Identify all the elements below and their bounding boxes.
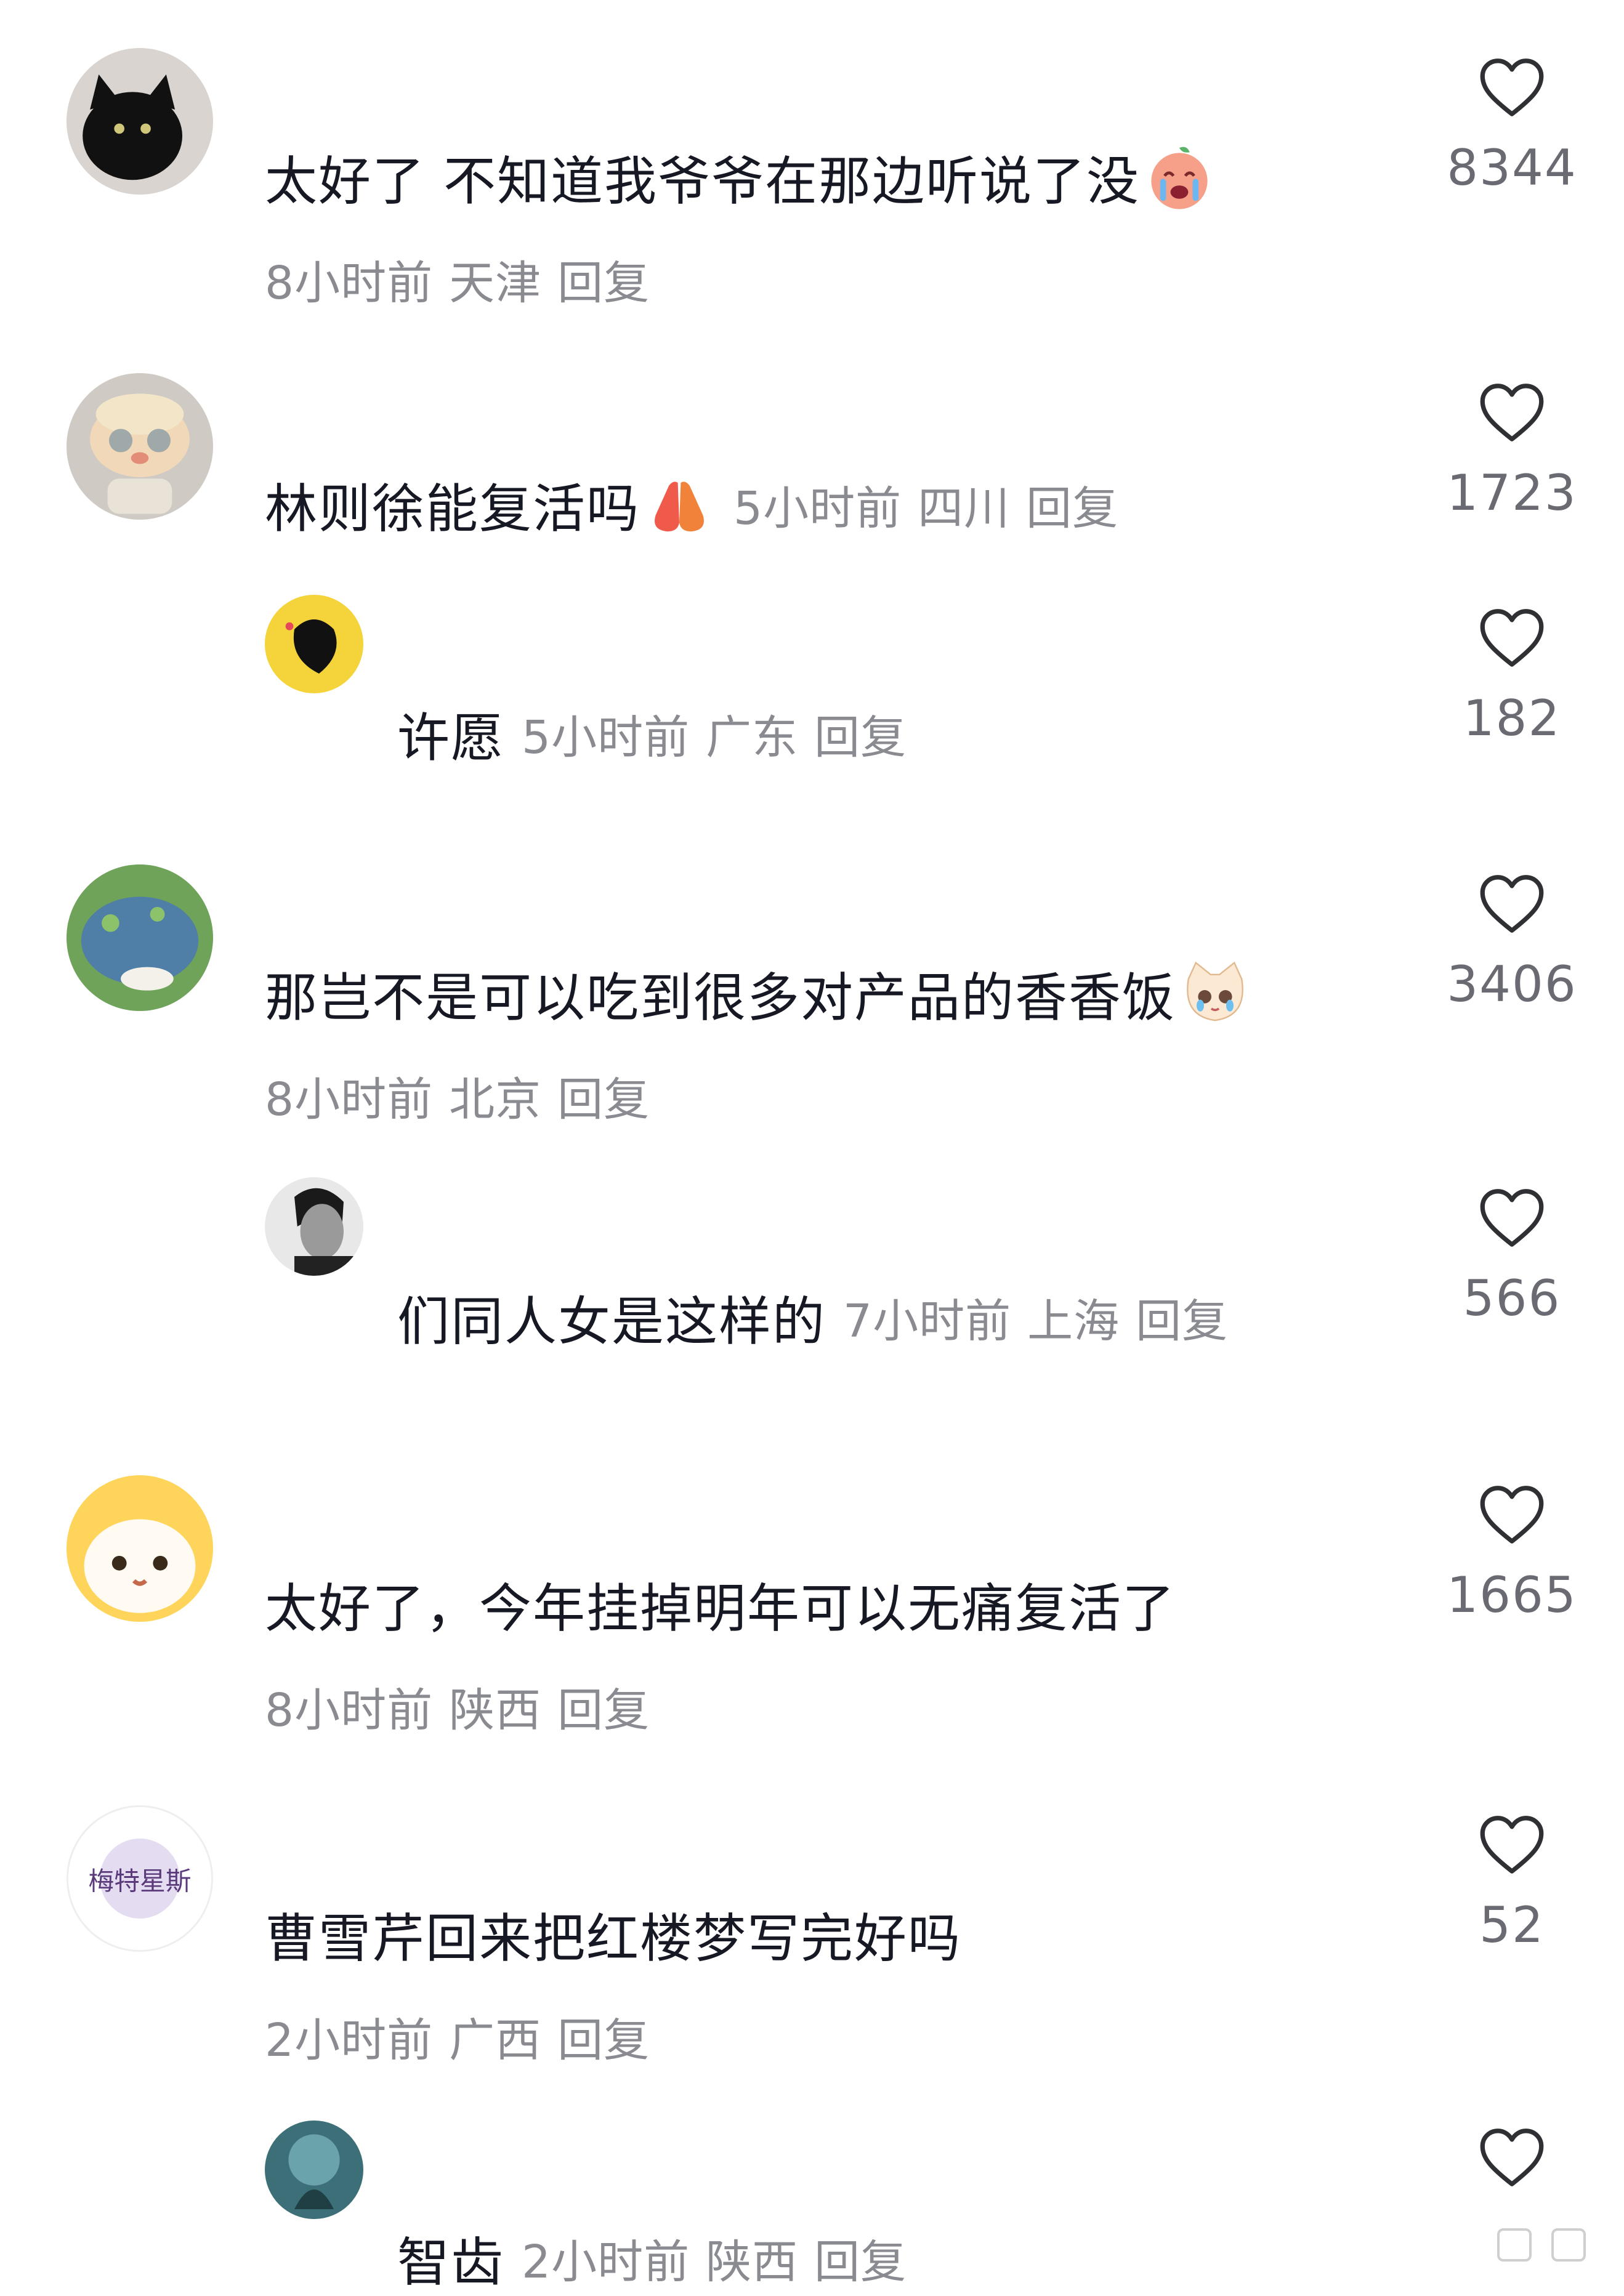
heart-icon[interactable] [1477, 382, 1546, 443]
comment-text: 太好了 不知道我爷爷在那边听说了没 [265, 139, 1216, 215]
heart-icon[interactable] [1477, 1814, 1546, 1875]
comment-text: 太好了，今年挂掉明年可以无痛复活了 [265, 1579, 1176, 1640]
like-count: 52 [1479, 1896, 1545, 1954]
avatar-calligraphy[interactable]: 梅特星斯 [67, 1805, 213, 1952]
like-count: 8344 [1447, 139, 1577, 196]
like-button[interactable]: 3406 [1410, 873, 1614, 1013]
reply-comment: 们同人女是这样的 7小时前 上海 回复 [397, 1279, 1228, 1355]
like-button[interactable]: 8344 [1410, 57, 1614, 196]
comment-meta: 5小时前 广东 回复 [522, 711, 907, 764]
avatar-yellow-bird[interactable] [265, 595, 363, 693]
comment-meta: 8小时前 天津 回复 [265, 246, 650, 312]
heart-icon[interactable] [1477, 57, 1546, 118]
crying-baby-emoji [1142, 140, 1216, 214]
avatar-pond-cat[interactable] [67, 864, 213, 1011]
reply-button[interactable]: 回复 [557, 1063, 650, 1129]
reply-comment: 智齿 2小时前 陕西 回复 [397, 2220, 907, 2296]
svg-text:梅特星斯: 梅特星斯 [89, 1866, 192, 1896]
like-button[interactable] [1410, 2127, 1614, 2188]
heart-icon[interactable] [1477, 2127, 1546, 2188]
comment-text: 曹雪芹回来把红楼梦写完好吗 [265, 1909, 962, 1970]
avatar-doll[interactable] [67, 373, 213, 520]
like-count: 182 [1463, 690, 1561, 747]
like-count: 1665 [1447, 1566, 1577, 1624]
heart-icon[interactable] [1477, 1484, 1546, 1545]
comment-text: 林则徐能复活吗 5小时前 四川 回复 [265, 467, 1118, 542]
crying-cat-emoji [1178, 957, 1252, 1031]
comment-meta: 8小时前 北京 回复 [265, 1063, 650, 1129]
like-count: 3406 [1447, 956, 1577, 1013]
comment-meta: 5小时前 四川 回复 [733, 482, 1119, 535]
reply-button[interactable]: 回复 [814, 2236, 907, 2289]
comment-meta: 2小时前 陕西 回复 [522, 2236, 907, 2289]
watermark-icon [1497, 2228, 1586, 2262]
like-button[interactable]: 1665 [1410, 1484, 1614, 1624]
heart-icon[interactable] [1477, 1187, 1546, 1249]
comment-meta: 2小时前 广西 回复 [265, 2004, 650, 2069]
reply-comment: 许愿 5小时前 广东 回复 [397, 696, 907, 771]
avatar-portrait[interactable] [265, 1177, 363, 1276]
avatar-black-cat[interactable] [67, 48, 213, 195]
comment-meta: 8小时前 陕西 回复 [265, 1674, 650, 1739]
like-button[interactable]: 566 [1410, 1187, 1614, 1327]
pray-hands-emoji [642, 468, 716, 542]
avatar-teal[interactable] [265, 2121, 363, 2219]
like-count: 1723 [1447, 464, 1577, 522]
like-button[interactable]: 182 [1410, 607, 1614, 747]
reply-button[interactable]: 回复 [1026, 482, 1118, 535]
reply-button[interactable]: 回复 [557, 246, 650, 312]
reply-button[interactable]: 回复 [557, 2004, 650, 2069]
reply-button[interactable]: 回复 [557, 1674, 650, 1739]
comment-text: 那岂不是可以吃到很多对产品的香香饭 [265, 956, 1252, 1031]
comment-meta: 7小时前 上海 回复 [843, 1295, 1229, 1348]
heart-icon[interactable] [1477, 607, 1546, 669]
heart-icon[interactable] [1477, 873, 1546, 935]
reply-button[interactable]: 回复 [1136, 1295, 1228, 1348]
like-button[interactable]: 52 [1410, 1814, 1614, 1954]
like-button[interactable]: 1723 [1410, 382, 1614, 522]
avatar-cartoon[interactable] [67, 1475, 213, 1622]
like-count: 566 [1463, 1270, 1561, 1327]
reply-button[interactable]: 回复 [814, 711, 907, 764]
